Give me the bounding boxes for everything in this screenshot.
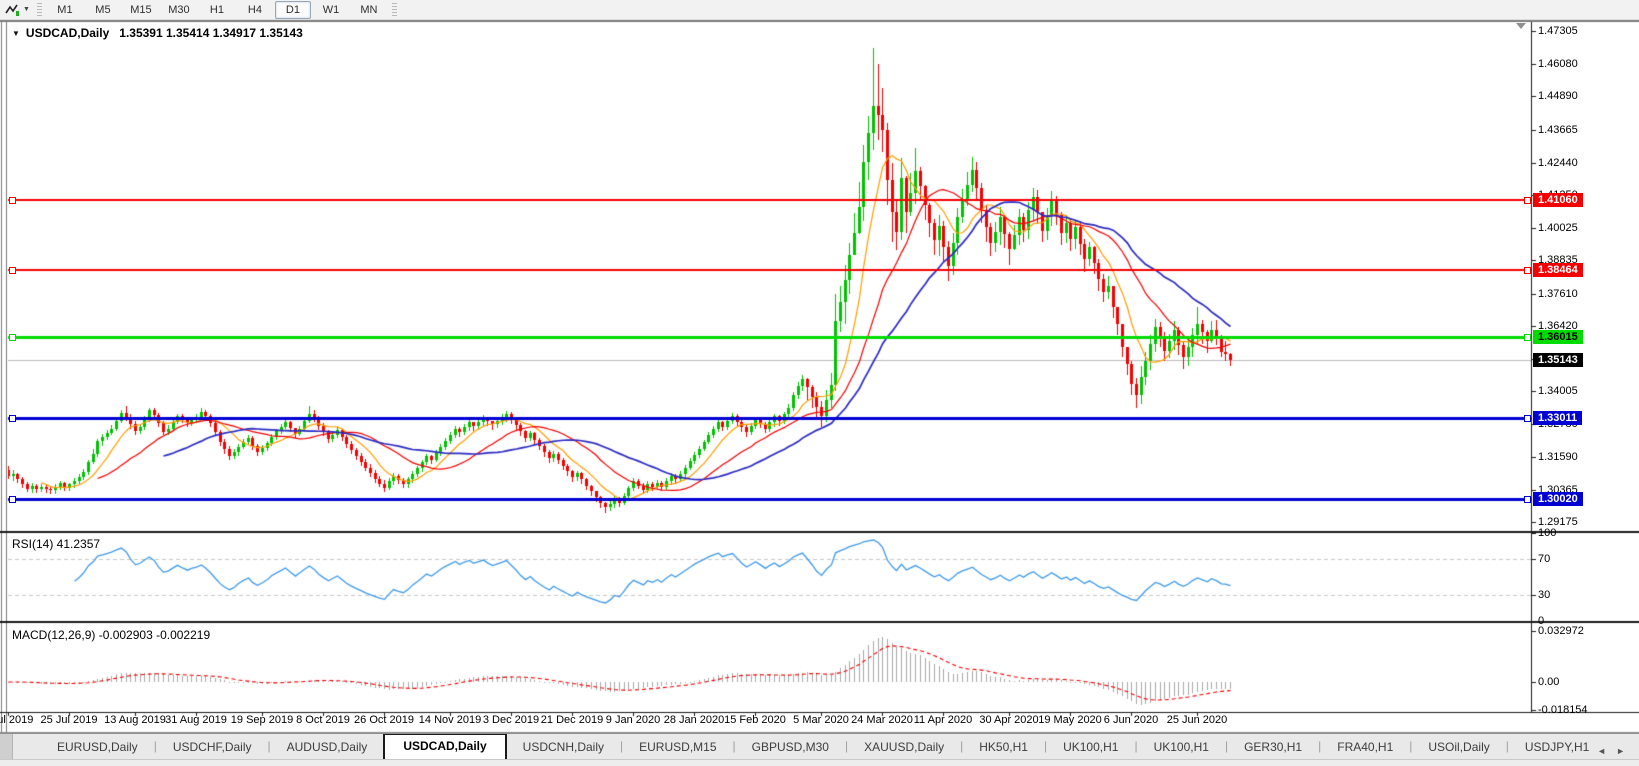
hline-price-tag: 1.38464 (1533, 263, 1583, 277)
chart-tab-usdcnh-daily[interactable]: USDCNH,Daily (507, 736, 620, 760)
chart-tab-eurusd-m15[interactable]: EURUSD,M15 (623, 736, 732, 760)
tab-scroll-left-icon[interactable]: ◄ (1597, 746, 1606, 756)
timeframe-button-mn[interactable]: MN (351, 1, 387, 19)
hline-anchor[interactable] (9, 334, 16, 341)
hline-price-tag: 1.36015 (1533, 330, 1583, 344)
timeframe-button-w1[interactable]: W1 (313, 1, 349, 19)
date-axis-label: 30 Apr 2020 (979, 714, 1038, 726)
rsi-axis-tick: 30 (1538, 589, 1550, 601)
hline-anchor[interactable] (9, 415, 16, 422)
chart-ohlc-values: 1.35391 1.35414 1.34917 1.35143 (119, 26, 303, 40)
chart-tab-eurusd-daily[interactable]: EURUSD,Daily (41, 736, 154, 760)
date-axis-label: 26 Oct 2019 (354, 714, 414, 726)
chart-tab-audusd-daily[interactable]: AUDUSD,Daily (271, 736, 384, 760)
timeframe-button-h1[interactable]: H1 (199, 1, 235, 19)
timeframe-button-m5[interactable]: M5 (85, 1, 121, 19)
rsi-indicator-label: RSI(14) 41.2357 (12, 537, 100, 551)
timeframe-button-m15[interactable]: M15 (123, 1, 159, 19)
macd-axis-tick: 0.032972 (1538, 625, 1584, 637)
hline-anchor[interactable] (9, 267, 16, 274)
date-axis-label: 14 Nov 2019 (419, 714, 481, 726)
date-axis-label: 5 Mar 2020 (793, 714, 849, 726)
toolbar-grip-end[interactable] (392, 3, 397, 17)
chart-tab-usdchf-daily[interactable]: USDCHF,Daily (157, 736, 268, 760)
price-axis-tick: 1.31590 (1538, 451, 1578, 463)
date-axis-label: 6 Jul 2019 (0, 714, 33, 726)
chart-tab-usdjpy-h1[interactable]: USDJPY,H1 (1509, 736, 1597, 760)
chart-shift-marker[interactable] (1516, 23, 1526, 29)
symbol-menu-icon[interactable]: ▼ (12, 29, 20, 38)
chart-tab-uk100-h1[interactable]: UK100,H1 (1047, 736, 1134, 760)
date-axis-label: 8 Oct 2019 (296, 714, 350, 726)
hline-anchor[interactable] (1524, 496, 1531, 503)
price-axis-tick: 1.42440 (1538, 157, 1578, 169)
chart-tools-icon[interactable] (3, 2, 23, 17)
chart-tab-fra40-h1[interactable]: FRA40,H1 (1321, 736, 1409, 760)
hline-price-tag: 1.33011 (1533, 411, 1582, 425)
timeframe-button-m1[interactable]: M1 (47, 1, 83, 19)
timeframe-button-h4[interactable]: H4 (237, 1, 273, 19)
date-axis-label: 9 Jan 2020 (606, 714, 660, 726)
trading-platform-window: ▼ M1M5M15M30H1H4D1W1MN ▼ USDCAD,Daily 1.… (0, 0, 1639, 766)
tab-bar-corner (0, 734, 13, 760)
date-axis-label: 21 Dec 2019 (541, 714, 603, 726)
date-axis-label: 19 May 2020 (1038, 714, 1102, 726)
current-price-tag: 1.35143 (1533, 353, 1583, 367)
chart-tab-hk50-h1[interactable]: HK50,H1 (963, 736, 1044, 760)
hline-anchor[interactable] (1524, 334, 1531, 341)
date-axis-label: 15 Feb 2020 (724, 714, 786, 726)
date-axis-label: 13 Aug 2019 (104, 714, 166, 726)
date-axis-label: 31 Aug 2019 (165, 714, 227, 726)
chart-canvas[interactable] (0, 0, 1639, 766)
price-axis-tick: 1.46080 (1538, 58, 1578, 70)
date-axis-label: 25 Jun 2020 (1167, 714, 1228, 726)
hline-anchor[interactable] (9, 197, 16, 204)
hline-anchor[interactable] (1524, 267, 1531, 274)
toolbar-grip[interactable] (37, 3, 42, 17)
chart-tab-ger30-h1[interactable]: GER30,H1 (1228, 736, 1318, 760)
macd-axis-tick: 0.00 (1538, 676, 1559, 688)
hline-anchor[interactable] (1524, 197, 1531, 204)
chart-tab-gbpusd-m30[interactable]: GBPUSD,M30 (736, 736, 845, 760)
date-axis-label: 25 Jul 2019 (41, 714, 98, 726)
chart-tab-uk100-h1[interactable]: UK100,H1 (1138, 736, 1225, 760)
hline-price-tag: 1.41060 (1533, 193, 1583, 207)
date-axis-label: 24 Mar 2020 (851, 714, 913, 726)
hline-price-tag: 1.30020 (1533, 492, 1583, 506)
price-axis-tick: 1.44890 (1538, 90, 1578, 102)
price-axis-tick: 1.40025 (1538, 222, 1578, 234)
status-strip (0, 759, 1639, 766)
hline-anchor[interactable] (1524, 415, 1531, 422)
date-axis-label: 28 Jan 2020 (664, 714, 725, 726)
timeframe-button-m30[interactable]: M30 (161, 1, 197, 19)
macd-axis-tick: -0.018154 (1538, 704, 1588, 716)
date-axis-label: 19 Sep 2019 (231, 714, 293, 726)
timeframe-toolbar: ▼ M1M5M15M30H1H4D1W1MN (0, 0, 1639, 20)
price-axis-tick: 1.47305 (1538, 25, 1578, 37)
chart-symbol-period: USDCAD,Daily (26, 26, 109, 40)
chart-tab-usdcad-daily[interactable]: USDCAD,Daily (383, 734, 506, 760)
date-axis-label: 11 Apr 2020 (914, 714, 973, 726)
chart-tools-caret-icon[interactable]: ▼ (23, 6, 30, 13)
timeframe-button-d1[interactable]: D1 (275, 1, 311, 19)
chart-tab-xauusd-daily[interactable]: XAUUSD,Daily (848, 736, 960, 760)
chart-title: ▼ USDCAD,Daily 1.35391 1.35414 1.34917 1… (12, 26, 303, 40)
price-axis-tick: 1.34005 (1538, 385, 1578, 397)
price-axis-tick: 1.37610 (1538, 288, 1578, 300)
tab-scroll-right-icon[interactable]: ► (1616, 746, 1625, 756)
macd-indicator-label: MACD(12,26,9) -0.002903 -0.002219 (12, 628, 210, 642)
hline-anchor[interactable] (9, 496, 16, 503)
date-axis-label: 6 Jun 2020 (1104, 714, 1158, 726)
chart-tab-usoil-daily[interactable]: USOil,Daily (1412, 736, 1505, 760)
rsi-axis-tick: 100 (1538, 527, 1556, 539)
rsi-axis-tick: 70 (1538, 553, 1550, 565)
chart-tab-bar: EURUSD,Daily|USDCHF,Daily|AUDUSD,DailyUS… (0, 733, 1639, 760)
price-axis-tick: 1.43665 (1538, 124, 1578, 136)
date-axis-label: 3 Dec 2019 (483, 714, 539, 726)
